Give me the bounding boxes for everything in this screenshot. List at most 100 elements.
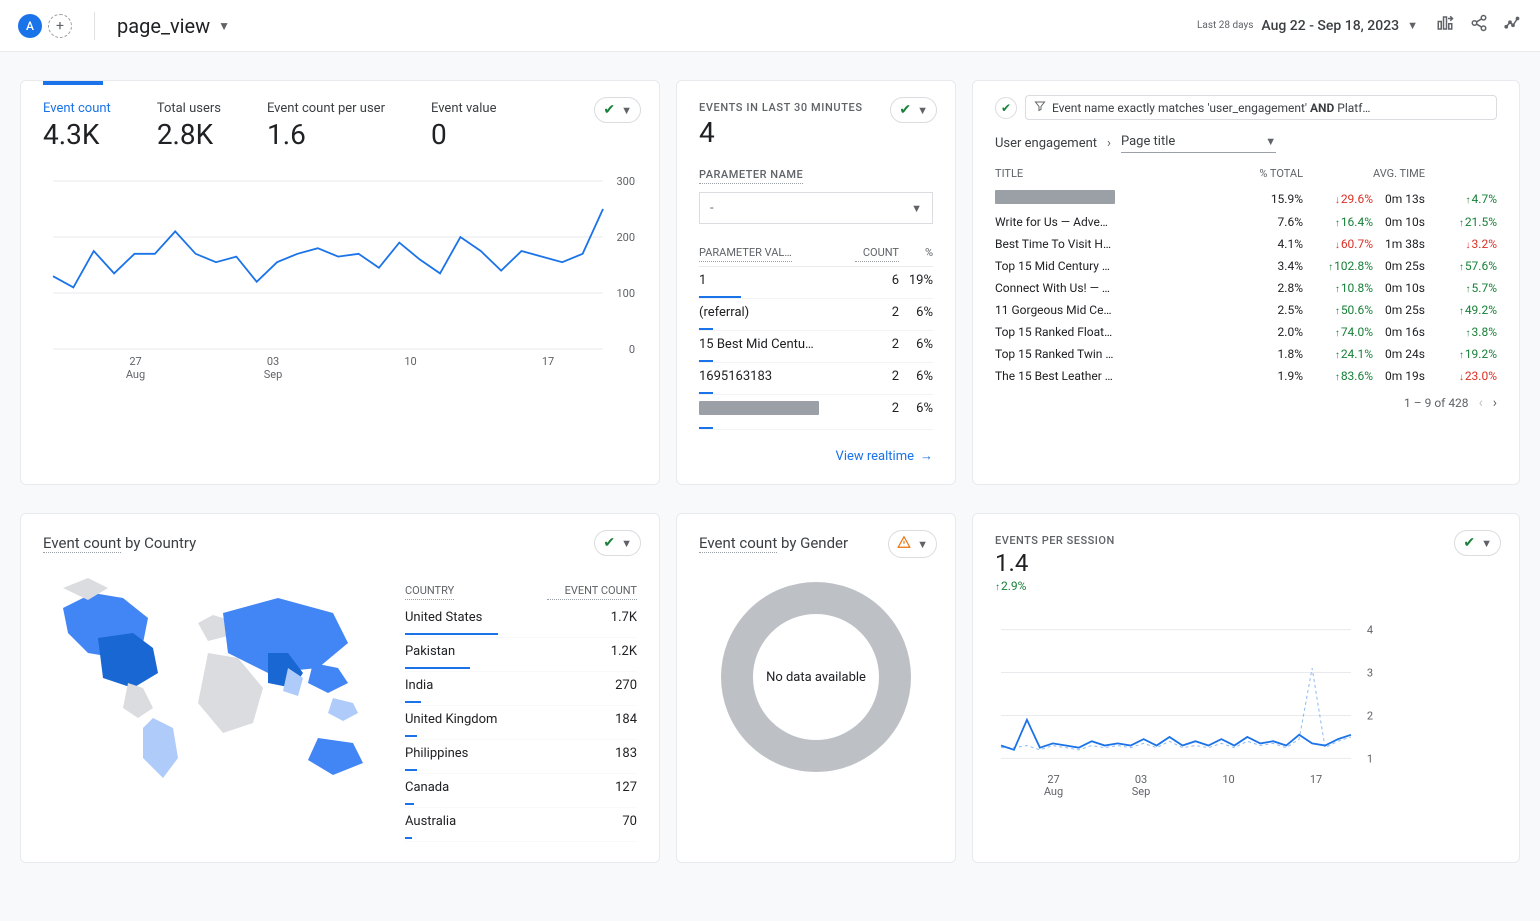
svg-text:27: 27 — [129, 355, 141, 368]
svg-text:17: 17 — [1310, 773, 1322, 786]
select-value: - — [710, 201, 714, 216]
metric-tab[interactable]: Total users2.8K — [157, 101, 221, 151]
table-row[interactable]: 169516318326% — [699, 363, 933, 395]
th-count: COUNT — [855, 246, 899, 262]
svg-text:10: 10 — [1222, 773, 1234, 786]
add-comparison-button[interactable]: + — [48, 14, 72, 38]
world-map[interactable] — [43, 568, 383, 788]
check-circle-icon: ✔ — [603, 102, 615, 118]
table-row[interactable]: 11 Gorgeous Mid Ce… 2.5% ↑50.6% 0m 25s ↑… — [995, 299, 1497, 321]
svg-text:4: 4 — [1367, 624, 1373, 637]
table-row[interactable]: Top 15 Ranked Float… 2.0% ↑74.0% 0m 16s … — [995, 321, 1497, 343]
pager-prev[interactable]: ‹ — [1479, 395, 1483, 411]
card-status-menu[interactable]: ✔ ▼ — [1454, 530, 1501, 556]
chevron-down-icon: ▼ — [1265, 135, 1276, 148]
pager-next[interactable]: › — [1493, 395, 1497, 411]
table-row[interactable]: Pakistan1.2K — [405, 638, 637, 672]
chevron-down-icon: ▼ — [917, 104, 928, 117]
table-row[interactable]: 26% — [699, 395, 933, 430]
metric-tab[interactable]: Event count4.3K — [43, 101, 111, 151]
top-actions — [1436, 14, 1522, 37]
svg-text:2: 2 — [1367, 709, 1373, 722]
table-row[interactable]: Top 15 Mid Century … 3.4% ↑102.8% 0m 25s… — [995, 255, 1497, 277]
filter-icon — [1034, 100, 1046, 115]
date-range-label: Last 28 days — [1197, 20, 1253, 31]
check-circle-icon: ✔ — [1463, 535, 1475, 551]
th-pct: % TOTAL — [1243, 167, 1303, 180]
card-status-menu[interactable]: ✔ ▼ — [594, 530, 641, 556]
filter-chip-row: ✔ Event name exactly matches 'user_engag… — [995, 95, 1497, 120]
chevron-down-icon: ▼ — [218, 19, 230, 33]
share-icon[interactable] — [1470, 14, 1488, 37]
date-range-picker[interactable]: Last 28 days Aug 22 - Sep 18, 2023 ▼ — [1197, 18, 1418, 34]
table-row[interactable]: 1619% — [699, 267, 933, 299]
table-row[interactable]: Philippines183 — [405, 740, 637, 774]
svg-text:03: 03 — [267, 355, 279, 368]
eps-line-chart: 123427Aug03Sep1017 — [995, 613, 1375, 803]
breadcrumb: User engagement › Page title ▼ — [995, 134, 1497, 153]
country-card-title: Event count by Country — [43, 534, 637, 552]
svg-text:Aug: Aug — [1044, 785, 1063, 798]
check-circle-icon: ✔ — [899, 102, 911, 118]
divider — [94, 12, 95, 40]
table-row[interactable]: 15.9% ↓29.6% 0m 13s ↑4.7% — [995, 186, 1497, 211]
date-range-value: Aug 22 - Sep 18, 2023 — [1261, 18, 1399, 34]
svg-text:17: 17 — [542, 355, 554, 368]
filter-chip[interactable]: Event name exactly matches 'user_engagem… — [1025, 95, 1497, 120]
insights-icon[interactable] — [1504, 14, 1522, 37]
table-row[interactable]: Write for Us — Adve… 7.6% ↑16.4% 0m 10s … — [995, 211, 1497, 233]
svg-text:10: 10 — [404, 355, 416, 368]
th-time: AVG. TIME — [1373, 167, 1437, 180]
gender-card: ▼ Event count by Gender No data availabl… — [676, 513, 956, 863]
card-status-menu[interactable]: ✔ ▼ — [890, 97, 937, 123]
card-status-menu[interactable]: ▼ — [888, 530, 937, 558]
table-row[interactable]: Best Time To Visit H… 4.1% ↓60.7% 1m 38s… — [995, 233, 1497, 255]
svg-text:100: 100 — [616, 287, 635, 300]
table-row[interactable]: Top 15 Ranked Twin … 1.8% ↑24.1% 0m 24s … — [995, 343, 1497, 365]
chevron-right-icon: › — [1107, 136, 1111, 151]
svg-text:Aug: Aug — [126, 368, 145, 381]
table-row[interactable]: 15 Best Mid Centu…26% — [699, 331, 933, 363]
metrics-row: Event count4.3K Total users2.8K Event coun… — [43, 101, 637, 151]
metric-tab[interactable]: Event count per user1.6 — [267, 101, 385, 151]
param-table: PARAMETER VAL… COUNT % 1619%(referral)26… — [699, 246, 933, 430]
chevron-down-icon: ▼ — [1481, 537, 1492, 550]
event-count-line-chart: 010020030027Aug03Sep1017 — [43, 171, 639, 389]
table-row[interactable]: (referral)26% — [699, 299, 933, 331]
param-name-label: PARAMETER NAME — [699, 168, 803, 184]
warning-icon — [897, 535, 911, 553]
view-realtime-link[interactable]: View realtime → — [699, 448, 933, 464]
account-avatar[interactable]: A — [18, 14, 42, 38]
table-row[interactable]: United Kingdom184 — [405, 706, 637, 740]
svg-text:Sep: Sep — [1132, 785, 1151, 798]
svg-text:1: 1 — [1367, 752, 1373, 765]
svg-text:3: 3 — [1367, 667, 1373, 680]
gender-donut-chart: No data available — [721, 582, 911, 772]
param-name-select[interactable]: - ▼ — [699, 192, 933, 224]
customize-icon[interactable] — [1436, 14, 1454, 37]
event-selector[interactable]: page_view ▼ — [117, 14, 230, 38]
svg-text:0: 0 — [629, 343, 635, 356]
check-circle-icon: ✔ — [603, 535, 615, 551]
card-status-menu[interactable]: ✔ ▼ — [594, 97, 641, 123]
th-title: TITLE — [995, 167, 1243, 180]
eps-label: EVENTS PER SESSION — [995, 534, 1497, 547]
arrow-right-icon: → — [920, 448, 933, 464]
table-row[interactable]: The 15 Best Leather … 1.9% ↑83.6% 0m 19s… — [995, 365, 1497, 387]
table-row[interactable]: United States1.7K — [405, 604, 637, 638]
pager-text: 1 – 9 of 428 — [1404, 396, 1469, 410]
filter-text: Event name exactly matches 'user_engagem… — [1052, 101, 1370, 115]
th-pct: % — [899, 246, 933, 262]
table-row[interactable]: Canada127 — [405, 774, 637, 808]
no-data-text: No data available — [766, 670, 866, 685]
table-row[interactable]: India270 — [405, 672, 637, 706]
dimension-select[interactable]: Page title ▼ — [1121, 134, 1276, 153]
table-row[interactable]: Connect With Us! — … 2.8% ↑10.8% 0m 10s … — [995, 277, 1497, 299]
metric-tab[interactable]: Event value0 — [431, 101, 496, 151]
active-tab-indicator — [43, 81, 103, 85]
svg-text:300: 300 — [616, 175, 635, 188]
th-event-count: EVENT COUNT — [547, 584, 637, 600]
crumb-left: User engagement — [995, 136, 1097, 151]
table-row[interactable]: Australia70 — [405, 808, 637, 842]
th-country: COUNTRY — [405, 584, 454, 600]
